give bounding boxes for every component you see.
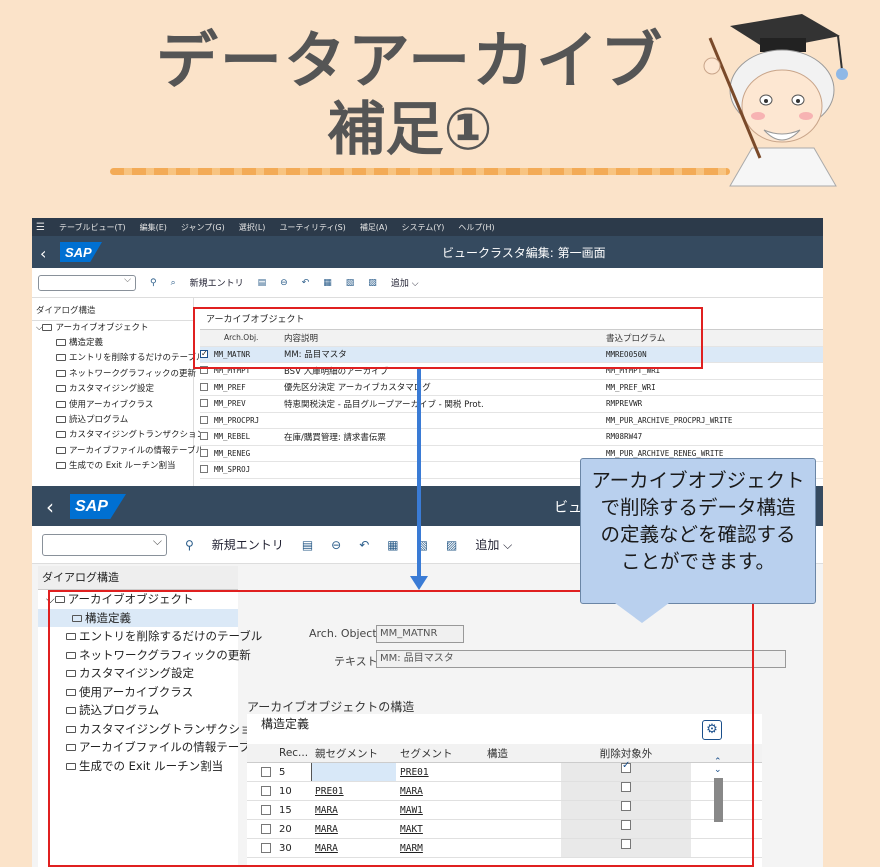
copy-icon[interactable]: ▤ — [302, 538, 313, 552]
menu-extras[interactable]: 補足(A) — [360, 222, 388, 233]
explanation-callout: アーカイブオブジェクトで削除するデータ構造の定義などを確認することができます。 — [580, 458, 816, 604]
add-menu-button[interactable]: 追加 ⌵ — [475, 536, 512, 553]
menu-table-view[interactable]: テーブルビュー(T) — [59, 222, 126, 233]
header-title: ビュークラスタ編集: 第一画面 — [442, 246, 606, 260]
variant-select[interactable] — [38, 274, 136, 291]
top-header: ‹ SAP ビュークラスタ編集: 第一画面 — [32, 236, 823, 268]
slide-subtitle: 補足① — [327, 95, 493, 163]
title-underline — [110, 168, 730, 175]
undo-icon[interactable]: ↶ — [302, 278, 310, 288]
top-toolbar: ⚲ ⌕ 新規エントリ ▤ ⊖ ↶ ▦ ▧ ▨ 追加 ⌵ — [32, 268, 823, 298]
tree-item-customizing-tx[interactable]: カスタマイジングトランザクション — [32, 428, 205, 443]
menu-bar: ☰ テーブルビュー(T) 編集(E) ジャンプ(G) 選択(L) ユーティリティ… — [32, 218, 823, 236]
menu-system[interactable]: システム(Y) — [402, 222, 445, 233]
tree-item-archive-class[interactable]: 使用アーカイブクラス — [32, 398, 193, 413]
new-entry-button[interactable]: 新規エントリ — [190, 276, 244, 289]
highlight-box-top — [193, 307, 703, 369]
table-row[interactable]: MM_PREV 特恵関税決定 - 品目グループアーカイブ - 関税 Prot. RM… — [200, 396, 823, 413]
menu-edit[interactable]: 編集(E) — [140, 222, 167, 233]
table-row[interactable]: MM_REBEL 在庫/購買管理: 請求書伝票 RM08RW47 — [200, 429, 823, 446]
undo-icon[interactable]: ↶ — [359, 538, 369, 552]
glasses-icon[interactable]: ⚲ — [185, 538, 194, 552]
table-row[interactable]: MM_PROCPRJ MM_PUR_ARCHIVE_PROCPRJ_WRITE — [200, 413, 823, 429]
hamburger-icon[interactable]: ☰ — [36, 222, 45, 233]
tree-item-read-program[interactable]: 読込プログラム — [32, 413, 193, 428]
tree-item-delete-tables[interactable]: エントリを削除するだけのテーブル — [32, 351, 205, 366]
glasses-icon[interactable]: ⚲ — [150, 278, 157, 288]
delete-icon[interactable]: ⊖ — [331, 538, 341, 552]
copy-icon[interactable]: ▤ — [258, 278, 267, 288]
select-all-icon[interactable]: ▦ — [323, 278, 332, 288]
deselect-icon[interactable]: ▨ — [446, 538, 457, 552]
back-icon[interactable]: ‹ — [46, 495, 54, 519]
new-entry-button[interactable]: 新規エントリ — [212, 536, 284, 553]
search-icon[interactable]: ⌕ — [171, 278, 176, 288]
back-icon[interactable]: ‹ — [40, 244, 46, 263]
tree-root[interactable]: ⌵ アーカイブオブジェクト — [32, 321, 193, 336]
delete-icon[interactable]: ⊖ — [280, 278, 288, 288]
sap-logo: SAP — [70, 494, 126, 519]
variant-select[interactable] — [42, 533, 167, 556]
add-menu-button[interactable]: 追加 ⌵ — [391, 276, 419, 289]
professor-illustration — [703, 14, 848, 187]
deselect-icon[interactable]: ▨ — [368, 278, 377, 288]
top-dialog-tree: ダイアログ構造 ⌵ アーカイブオブジェクト 構造定義 エントリを削除するだけのテー… — [32, 298, 205, 490]
header-title: ビュ — [554, 500, 582, 516]
menu-select[interactable]: 選択(L) — [239, 222, 266, 233]
select-block-icon[interactable]: ▧ — [346, 278, 355, 288]
menu-utility[interactable]: ユーティリティ(S) — [279, 222, 345, 233]
tree-item-exit-routine[interactable]: 生成での Exit ルーチン割当 — [32, 459, 193, 474]
callout-tail — [615, 603, 669, 623]
highlight-box-bottom — [48, 590, 754, 867]
sap-logo: SAP — [60, 242, 102, 262]
menu-help[interactable]: ヘルプ(H) — [458, 222, 494, 233]
tree-item-customizing[interactable]: カスタマイジング設定 — [32, 382, 193, 397]
menu-jump[interactable]: ジャンプ(G) — [181, 222, 225, 233]
tree-title: ダイアログ構造 — [38, 566, 238, 590]
tree-item-file-info[interactable]: アーカイブファイルの情報テーブル — [32, 444, 204, 459]
tree-item-network[interactable]: ネットワークグラフィックの更新 — [32, 367, 196, 382]
arrow-down-icon — [410, 576, 428, 590]
select-all-icon[interactable]: ▦ — [387, 538, 398, 552]
tree-item-structure[interactable]: 構造定義 — [32, 336, 193, 351]
table-row[interactable]: MM_PREF 優先区分決定 アーカイブカスタマログ MM_PREF_WRI — [200, 380, 823, 396]
tree-title: ダイアログ構造 — [32, 298, 193, 321]
arrow-line — [417, 369, 421, 579]
